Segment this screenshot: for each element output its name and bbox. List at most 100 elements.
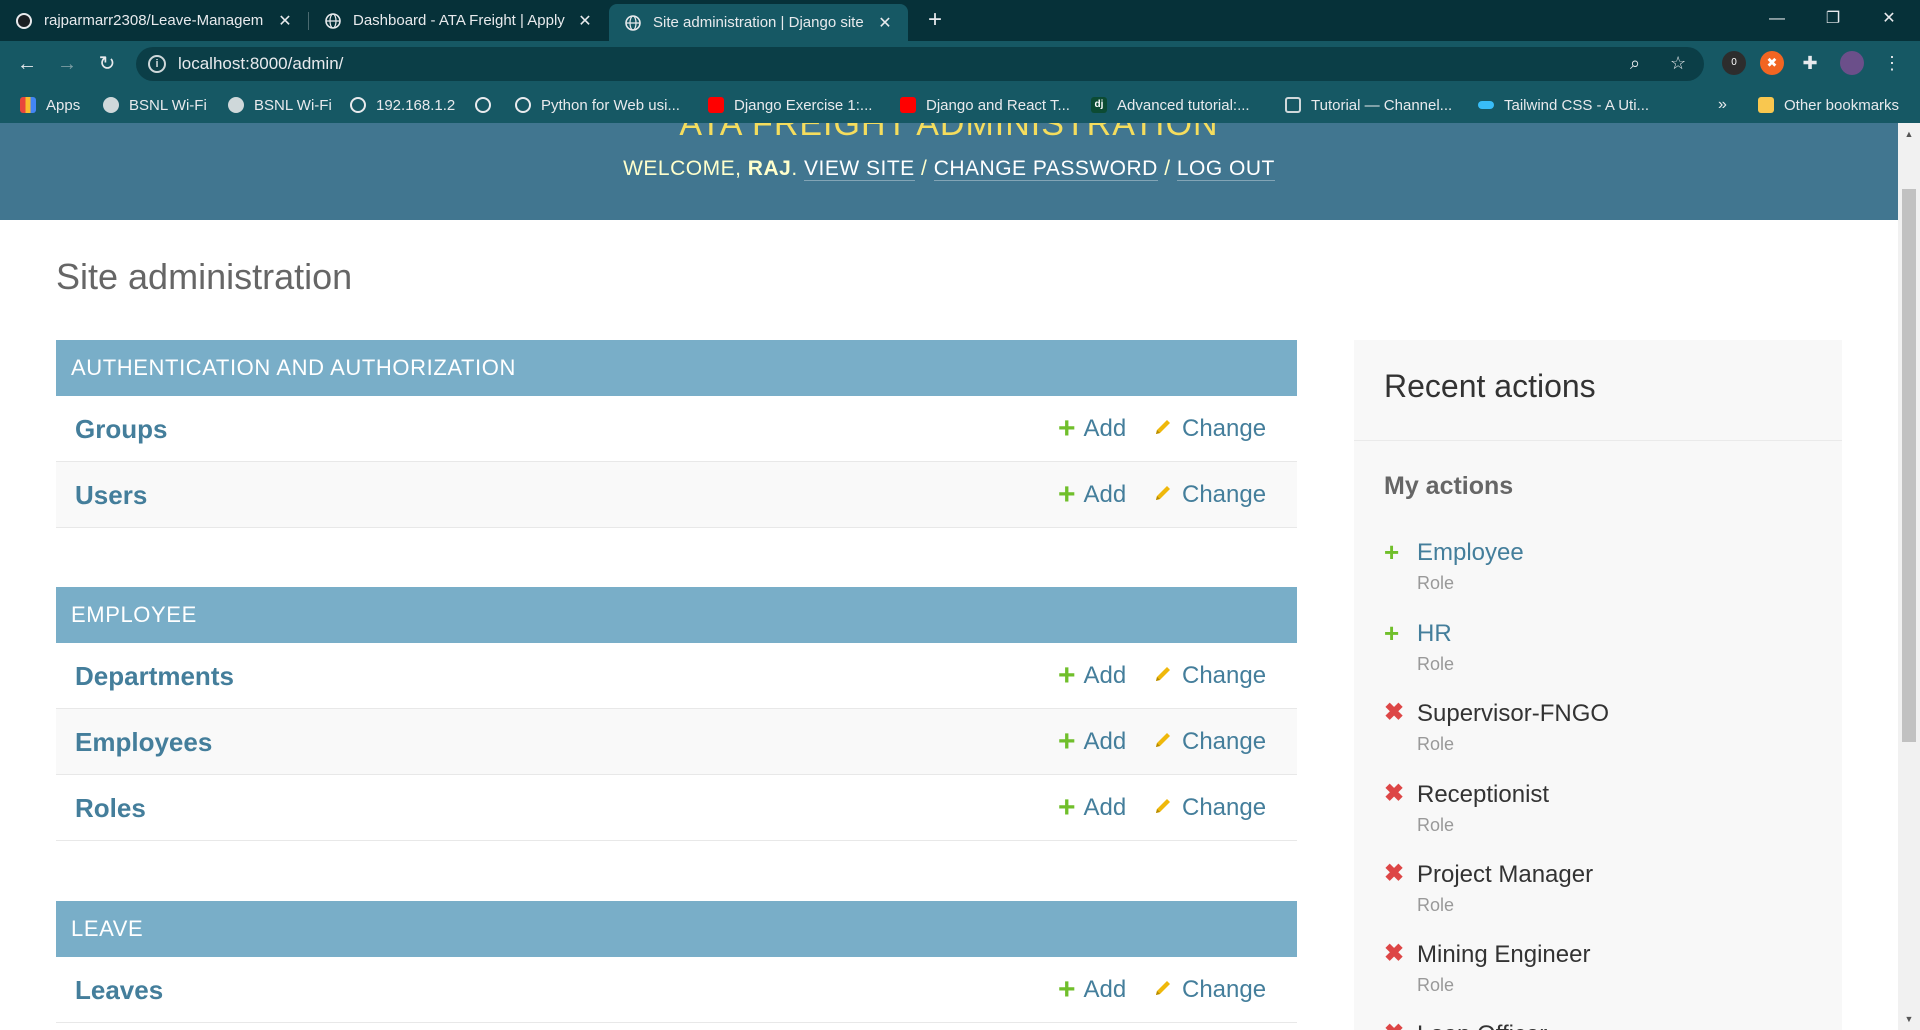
- zoom-icon[interactable]: ⌕: [1630, 53, 1640, 74]
- model-link[interactable]: Roles: [75, 775, 146, 841]
- bookmark-python-web[interactable]: Python for Web usi...: [515, 87, 680, 123]
- close-tab-icon[interactable]: ✕: [274, 11, 296, 31]
- change-link[interactable]: Change: [1152, 709, 1266, 775]
- action-object-link[interactable]: HR: [1417, 619, 1452, 649]
- close-tab-icon[interactable]: ✕: [874, 13, 896, 33]
- deletelink-icon: ✖: [1384, 699, 1405, 726]
- welcome-text: WELCOME,: [623, 157, 742, 180]
- tab-strip: rajparmarr2308/Leave-Managem ✕ Dashboard…: [0, 0, 1920, 41]
- reload-icon[interactable]: ↻: [93, 50, 121, 78]
- globe-icon: [325, 12, 341, 29]
- site-branding[interactable]: ATA FREIGHT ADMINISTRATION: [0, 123, 1898, 144]
- action-content-type: Role: [1417, 734, 1455, 754]
- model-link[interactable]: Leaves: [75, 957, 163, 1023]
- menu-kebab-icon[interactable]: ⋮: [1880, 51, 1904, 75]
- bookmark-label: Apps: [46, 96, 81, 114]
- site-info-icon[interactable]: i: [148, 55, 166, 73]
- bookmark-django-react[interactable]: Django and React T...: [900, 87, 1070, 123]
- action-content-type: Role: [1417, 895, 1455, 915]
- change-link[interactable]: Change: [1152, 462, 1266, 528]
- tab-site-administration[interactable]: Site administration | Django site ✕: [609, 4, 908, 41]
- bookmark-channels-tutorial[interactable]: Tutorial — Channel...: [1285, 87, 1452, 123]
- module-caption[interactable]: EMPLOYEE: [56, 587, 1297, 643]
- view-site-link[interactable]: VIEW SITE: [803, 157, 915, 181]
- bookmark-apps[interactable]: Apps: [20, 87, 80, 123]
- user-tools: WELCOME, RAJ. VIEW SITE / CHANGE PASSWOR…: [623, 157, 1275, 181]
- change-link[interactable]: Change: [1152, 957, 1266, 1023]
- add-link[interactable]: + Add: [1058, 709, 1126, 775]
- bookmark-tailwind[interactable]: Tailwind CSS - A Uti...: [1478, 87, 1649, 123]
- bookmark-globe[interactable]: [475, 87, 501, 123]
- document-icon: [1285, 97, 1301, 113]
- address-bar[interactable]: i localhost:8000/admin/ ⌕ ☆: [136, 47, 1704, 81]
- model-row-users: Users + Add Change: [56, 462, 1297, 528]
- bookmark-django-exercise[interactable]: Django Exercise 1:...: [708, 87, 872, 123]
- change-label: Change: [1182, 976, 1267, 1003]
- extension-badge-icon[interactable]: 0: [1722, 51, 1746, 75]
- tab-title: rajparmarr2308/Leave-Managem: [44, 12, 264, 29]
- bsnl-icon: [228, 97, 244, 113]
- new-tab-button[interactable]: +: [921, 6, 949, 34]
- extensions-puzzle-icon[interactable]: ✚: [1798, 51, 1822, 75]
- restore-button[interactable]: ❐: [1810, 0, 1856, 38]
- separator: /: [1164, 157, 1171, 180]
- bookmark-label: 192.168.1.2: [376, 96, 456, 114]
- bookmark-router[interactable]: 192.168.1.2: [350, 87, 455, 123]
- model-link[interactable]: Employees: [75, 709, 212, 775]
- scroll-down-arrow-icon[interactable]: ▼: [1898, 1010, 1920, 1028]
- profile-avatar[interactable]: [1840, 51, 1864, 75]
- add-link[interactable]: + Add: [1058, 775, 1126, 841]
- bookmark-label: Python for Web usi...: [541, 96, 680, 114]
- change-link[interactable]: Change: [1152, 775, 1266, 841]
- change-link[interactable]: Change: [1152, 643, 1266, 709]
- page-scrollbar[interactable]: ▲ ▼: [1898, 123, 1920, 1030]
- model-link[interactable]: Groups: [75, 396, 167, 462]
- module-caption[interactable]: LEAVE: [56, 901, 1297, 957]
- module-caption[interactable]: AUTHENTICATION AND AUTHORIZATION: [56, 340, 1297, 396]
- extension-icon[interactable]: ✖: [1760, 51, 1784, 75]
- minimize-button[interactable]: —: [1754, 0, 1800, 38]
- tab-dashboard[interactable]: Dashboard - ATA Freight | Apply ✕: [309, 0, 608, 41]
- model-link[interactable]: Departments: [75, 643, 234, 709]
- my-actions-title: My actions: [1384, 472, 1514, 500]
- change-password-link[interactable]: CHANGE PASSWORD: [933, 157, 1158, 181]
- bookmark-star-icon[interactable]: ☆: [1670, 53, 1686, 74]
- change-link[interactable]: Change: [1152, 396, 1266, 462]
- globe-icon: [625, 14, 641, 31]
- youtube-icon: [708, 97, 724, 113]
- globe-icon: [350, 97, 366, 113]
- bookmarks-overflow-icon[interactable]: »: [1718, 87, 1727, 123]
- scroll-thumb[interactable]: [1902, 189, 1916, 742]
- model-row-employees: Employees + Add Change: [56, 709, 1297, 775]
- action-object-link[interactable]: Employee: [1417, 538, 1524, 568]
- add-link[interactable]: + Add: [1058, 462, 1126, 528]
- pencil-icon: [1156, 981, 1170, 995]
- bookmark-label: BSNL Wi-Fi: [129, 96, 207, 114]
- other-bookmarks[interactable]: Other bookmarks: [1758, 87, 1899, 123]
- action-object-name: Mining Engineer: [1417, 941, 1591, 968]
- back-icon[interactable]: ←: [13, 50, 41, 78]
- bsnl-icon: [103, 97, 119, 113]
- add-link[interactable]: + Add: [1058, 396, 1126, 462]
- close-window-button[interactable]: ✕: [1866, 0, 1912, 38]
- pencil-icon: [1156, 420, 1170, 434]
- add-label: Add: [1083, 481, 1127, 508]
- log-out-link[interactable]: LOG OUT: [1176, 157, 1275, 181]
- bookmark-bsnl-2[interactable]: BSNL Wi-Fi: [228, 87, 332, 123]
- model-row-departments: Departments + Add Change: [56, 643, 1297, 709]
- model-link[interactable]: Users: [75, 462, 147, 528]
- bookmark-advanced-tutorial[interactable]: dj Advanced tutorial:...: [1091, 87, 1250, 123]
- scroll-up-arrow-icon[interactable]: ▲: [1898, 125, 1920, 143]
- tab-github[interactable]: rajparmarr2308/Leave-Managem ✕: [0, 0, 308, 41]
- bookmark-label: Tutorial — Channel...: [1311, 96, 1453, 114]
- add-link[interactable]: + Add: [1058, 957, 1126, 1023]
- close-tab-icon[interactable]: ✕: [574, 11, 596, 31]
- addlink-icon: +: [1384, 618, 1400, 648]
- separator: /: [921, 157, 928, 180]
- page-title: Site administration: [56, 256, 353, 297]
- forward-icon[interactable]: →: [53, 50, 81, 78]
- bookmark-bsnl-1[interactable]: BSNL Wi-Fi: [103, 87, 207, 123]
- address-url[interactable]: localhost:8000/admin/: [178, 54, 343, 74]
- add-link[interactable]: + Add: [1058, 643, 1126, 709]
- tab-title: Site administration | Django site: [653, 14, 864, 31]
